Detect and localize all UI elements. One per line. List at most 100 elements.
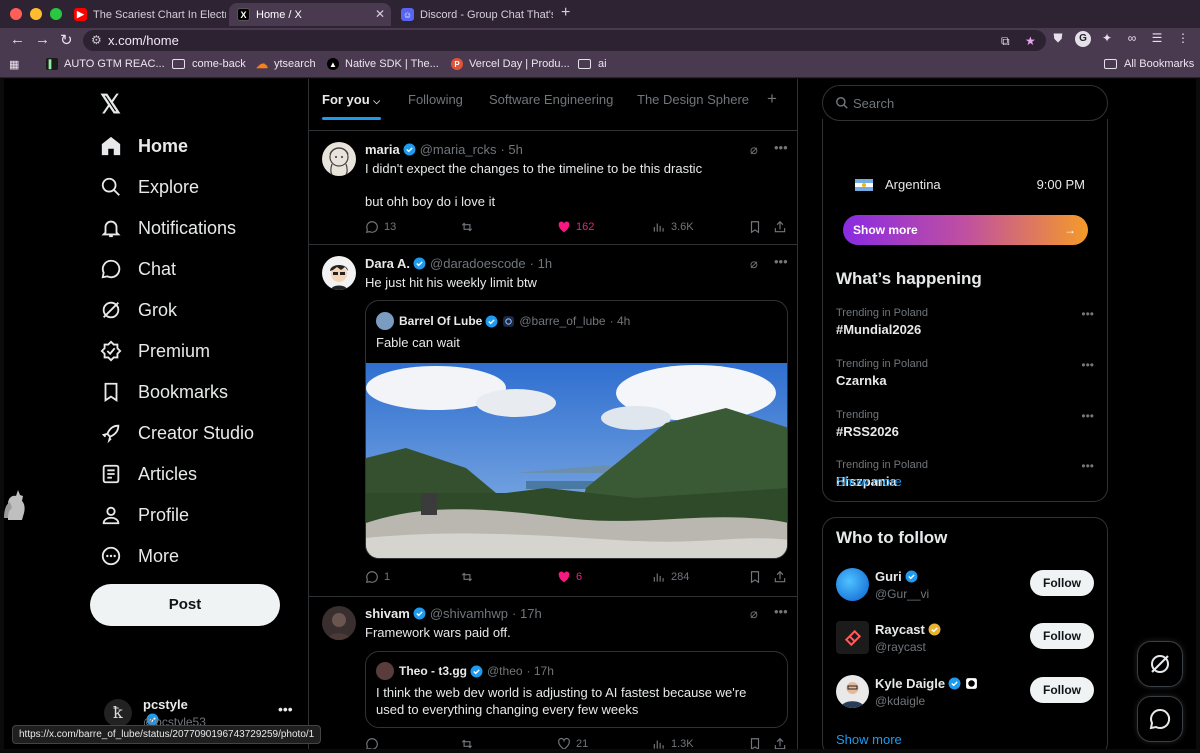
like-button[interactable]: 6 xyxy=(557,570,582,584)
close-tab-icon[interactable]: ✕ xyxy=(375,7,385,21)
author-name[interactable]: maria xyxy=(365,142,400,157)
share-icon[interactable] xyxy=(773,220,787,234)
tweet-time[interactable]: · 1h xyxy=(530,256,552,271)
nav-chat[interactable]: Chat xyxy=(100,254,176,284)
trend-item[interactable]: Trending #RSS2026 ••• xyxy=(836,409,1094,439)
views-button[interactable]: 284 xyxy=(652,570,689,584)
nav-creator-studio[interactable]: Creator Studio xyxy=(100,418,254,448)
bookmark-item[interactable]: ▍ AUTO GTM REAC... xyxy=(46,58,165,70)
nav-premium[interactable]: Premium xyxy=(100,336,210,366)
landscape-photo[interactable] xyxy=(366,363,788,559)
address-bar[interactable]: ⚙ x.com/home ⧉ ★ xyxy=(83,30,1046,51)
retweet-button[interactable] xyxy=(460,220,479,234)
ublock-extension-icon[interactable]: ⛊ xyxy=(1050,31,1066,47)
site-info-icon[interactable]: ⚙ xyxy=(91,33,102,47)
author-name[interactable]: shivam xyxy=(365,606,410,621)
bookmark-item[interactable]: ☁ ytsearch xyxy=(256,57,316,71)
browser-tab-discord[interactable]: ☺ Discord - Group Chat That's xyxy=(393,3,553,26)
nav-home[interactable]: Home xyxy=(100,131,188,161)
tweet-time[interactable]: · 17h xyxy=(512,606,542,621)
x-logo-icon[interactable]: 𝕏 xyxy=(100,89,121,120)
bookmark-item[interactable]: ▲ Native SDK | The... xyxy=(327,58,439,70)
follow-suggestion[interactable]: Kyle Daigle @kdaigle Follow xyxy=(836,675,1094,711)
tweet[interactable]: Dara A. @daradoescode · 1h ⌀ ••• He just… xyxy=(309,245,797,597)
author-handle[interactable]: @maria_rcks xyxy=(420,142,497,157)
new-tab-button[interactable]: + xyxy=(561,4,570,22)
browser-tab-x[interactable]: X Home / X ✕ xyxy=(229,3,391,26)
show-more-link[interactable]: Show more xyxy=(836,474,902,489)
trend-item[interactable]: Trending in Poland Czarnka ••• xyxy=(836,358,1094,388)
show-more-cta-button[interactable]: Show more → xyxy=(843,215,1088,245)
avatar[interactable] xyxy=(322,142,356,176)
nav-more[interactable]: More xyxy=(100,541,179,571)
bookmark-icon[interactable] xyxy=(748,220,762,234)
follow-button[interactable]: Follow xyxy=(1030,677,1094,703)
nav-articles[interactable]: Articles xyxy=(100,459,197,489)
grok-icon[interactable]: ⌀ xyxy=(750,142,758,158)
author-name[interactable]: Dara A. xyxy=(365,256,410,271)
menu-icon[interactable]: ⋮ xyxy=(1175,31,1191,47)
minimize-window-button[interactable] xyxy=(30,8,42,20)
views-button[interactable]: 1.3K xyxy=(652,737,694,749)
account-more-icon[interactable]: ••• xyxy=(278,701,293,717)
forward-icon[interactable]: → xyxy=(35,31,50,48)
all-bookmarks[interactable]: All Bookmarks xyxy=(1104,58,1194,70)
views-button[interactable]: 3.6K xyxy=(652,220,694,234)
tab-software-engineering[interactable]: Software Engineering xyxy=(489,92,613,107)
share-icon[interactable] xyxy=(773,737,787,749)
profile-extension-icon[interactable]: G xyxy=(1075,31,1091,47)
like-button[interactable]: 21 xyxy=(557,737,588,749)
follow-button[interactable]: Follow xyxy=(1030,623,1094,649)
nav-bookmarks[interactable]: Bookmarks xyxy=(100,377,228,407)
grok-fab-button[interactable] xyxy=(1137,641,1183,687)
trend-item[interactable]: Trending in Poland #Mundial2026 ••• xyxy=(836,307,1094,337)
tweet[interactable]: maria @maria_rcks · 5h ⌀ ••• I didn't ex… xyxy=(309,131,797,245)
nav-notifications[interactable]: Notifications xyxy=(100,213,236,243)
nav-explore[interactable]: Explore xyxy=(100,172,199,202)
bookmark-icon[interactable] xyxy=(748,570,762,584)
reply-button[interactable]: 1 xyxy=(365,570,390,584)
tab-for-you[interactable]: For you ⌵ xyxy=(322,92,380,107)
retweet-button[interactable] xyxy=(460,570,479,584)
grok-icon[interactable]: ⌀ xyxy=(750,606,758,622)
tweet-more-icon[interactable]: ••• xyxy=(774,140,788,155)
avatar[interactable] xyxy=(322,256,356,290)
bookmark-icon[interactable] xyxy=(748,737,762,749)
trend-more-icon[interactable]: ••• xyxy=(1081,358,1094,372)
close-window-button[interactable] xyxy=(10,8,22,20)
avatar[interactable] xyxy=(322,606,356,640)
follow-button[interactable]: Follow xyxy=(1030,570,1094,596)
bookmark-star-icon[interactable]: ★ xyxy=(1025,34,1036,48)
install-app-icon[interactable]: ⧉ xyxy=(1001,34,1010,49)
reply-button[interactable]: 13 xyxy=(365,220,396,234)
trend-more-icon[interactable]: ••• xyxy=(1081,409,1094,423)
link-icon[interactable]: ∞ xyxy=(1124,31,1140,47)
search-input[interactable]: Search xyxy=(822,85,1108,121)
bookmark-item[interactable]: P Vercel Day | Produ... xyxy=(451,58,570,70)
tweet-time[interactable]: · 5h xyxy=(500,142,522,157)
add-tab-icon[interactable]: + xyxy=(767,89,777,109)
retweet-button[interactable] xyxy=(460,737,479,749)
grok-icon[interactable]: ⌀ xyxy=(750,256,758,272)
chat-fab-button[interactable] xyxy=(1137,696,1183,742)
show-more-link[interactable]: Show more xyxy=(836,732,902,747)
quoted-tweet[interactable]: Barrel Of Lube @barre_of_lube · 4h Fable… xyxy=(365,300,788,559)
tweet-more-icon[interactable]: ••• xyxy=(774,604,788,619)
nav-grok[interactable]: Grok xyxy=(100,295,177,325)
tab-design-sphere[interactable]: The Design Sphere xyxy=(637,92,749,107)
reload-icon[interactable]: ↻ xyxy=(60,31,73,49)
follow-suggestion[interactable]: Guri @Gur__vi Follow xyxy=(836,568,1094,604)
tweet[interactable]: shivam @shivamhwp · 17h ⌀ ••• Framework … xyxy=(309,597,797,749)
like-button[interactable]: 162 xyxy=(557,220,594,234)
author-handle[interactable]: @shivamhwp xyxy=(430,606,508,621)
reply-button[interactable] xyxy=(365,737,384,749)
post-button[interactable]: Post xyxy=(90,584,280,626)
quoted-tweet[interactable]: Theo - t3.gg @theo · 17h I think the web… xyxy=(365,651,788,728)
bookmark-folder[interactable]: ai xyxy=(578,58,607,70)
author-handle[interactable]: @daradoescode xyxy=(430,256,526,271)
tab-following[interactable]: Following xyxy=(408,92,463,107)
maximize-window-button[interactable] xyxy=(50,8,62,20)
browser-tab-youtube[interactable]: ▶ The Scariest Chart In Electric xyxy=(66,3,226,26)
follow-suggestion[interactable]: Raycast @raycast Follow xyxy=(836,621,1094,657)
nav-profile[interactable]: Profile xyxy=(100,500,189,530)
